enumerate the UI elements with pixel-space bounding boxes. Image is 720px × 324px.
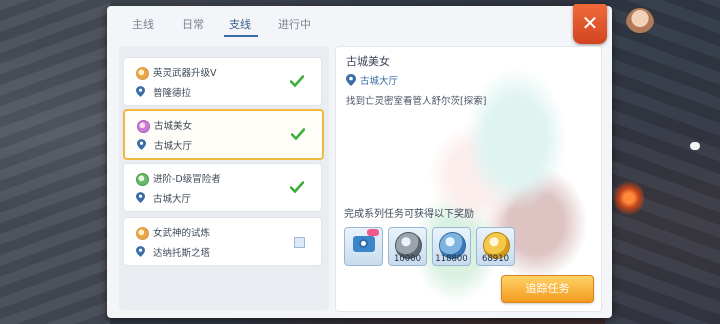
quest-tabs: 主线 日常 支线 进行中	[107, 6, 612, 40]
detail-title: 古城美女	[346, 55, 390, 68]
tab-in-progress[interactable]: 进行中	[278, 16, 311, 32]
reward-slot[interactable]: 118800	[432, 227, 471, 266]
npc-character[interactable]	[626, 8, 654, 38]
camera-icon	[353, 236, 375, 252]
reward-slot[interactable]: 10000	[388, 227, 427, 266]
stone-stairs-scenery	[0, 0, 110, 324]
new-badge	[367, 229, 379, 236]
location-pin-icon	[137, 139, 146, 150]
torch-fire	[614, 178, 644, 218]
quest-icon	[136, 67, 149, 80]
quest-item-selected[interactable]: 古城美女 古城大厅	[123, 109, 324, 160]
chat-bubble-icon	[690, 142, 700, 150]
quest-list: 英灵武器升级Ⅴ 普隆德拉 古城美女 古城大厅 进阶-D级冒险者 古城大厅 女武神…	[119, 46, 329, 310]
close-button[interactable]: ✕	[573, 4, 607, 44]
reward-amount: 68910	[481, 254, 510, 264]
active-tab-indicator	[224, 35, 258, 37]
quest-item[interactable]: 英灵武器升级Ⅴ 普隆德拉	[123, 57, 322, 106]
reward-slot[interactable]: 68910	[476, 227, 515, 266]
checkmark-icon	[291, 128, 305, 141]
quest-panel: 主线 日常 支线 进行中 ✕ 英灵武器升级Ⅴ 普隆德拉 古城美女 古城大厅 进阶…	[107, 4, 612, 318]
quest-title: 进阶-D级冒险者	[153, 174, 221, 185]
location-pin-icon	[346, 74, 356, 86]
quest-location: 达纳托斯之塔	[153, 248, 211, 259]
checkmark-icon	[290, 75, 304, 88]
location-pin-icon	[136, 192, 145, 203]
quest-icon	[136, 227, 149, 240]
quest-detail: 古城美女 古城大厅 找到亡灵密室看管人舒尔茨[探索] 完成系列任务可获得以下奖励…	[335, 46, 602, 312]
right-scenery	[605, 0, 720, 324]
detail-location-link[interactable]: 古城大厅	[360, 73, 398, 87]
checkmark-icon	[290, 181, 304, 194]
detail-description: 找到亡灵密室看管人舒尔茨[探索]	[346, 96, 487, 107]
reward-amount: 118800	[435, 254, 468, 264]
reward-slot[interactable]	[344, 227, 383, 266]
quest-location: 古城大厅	[153, 194, 192, 205]
location-pin-icon	[136, 86, 145, 97]
quest-icon	[136, 173, 149, 186]
track-quest-button[interactable]: 追踪任务	[501, 275, 594, 303]
reward-heading: 完成系列任务可获得以下奖励	[344, 209, 474, 220]
reward-amount: 10000	[393, 254, 422, 264]
location-pin-icon	[136, 246, 145, 257]
quest-item[interactable]: 进阶-D级冒险者 古城大厅	[123, 163, 322, 212]
quest-title: 古城美女	[154, 121, 193, 132]
quest-location: 普隆德拉	[153, 88, 192, 99]
incomplete-checkbox	[294, 237, 305, 248]
quest-item[interactable]: 女武神的试炼 达纳托斯之塔	[123, 217, 322, 266]
close-icon: ✕	[581, 11, 599, 35]
tab-daily[interactable]: 日常	[182, 16, 204, 32]
tab-main[interactable]: 主线	[132, 16, 154, 32]
quest-icon	[137, 120, 150, 133]
quest-title: 女武神的试炼	[153, 228, 211, 239]
quest-location: 古城大厅	[154, 141, 193, 152]
tab-side[interactable]: 支线	[229, 16, 251, 32]
quest-title: 英灵武器升级Ⅴ	[153, 68, 217, 79]
